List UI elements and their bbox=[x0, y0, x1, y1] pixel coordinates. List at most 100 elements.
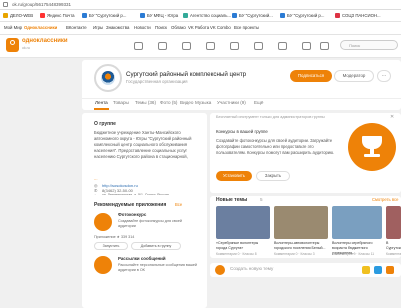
poll-icon[interactable] bbox=[386, 266, 394, 274]
about-more-link[interactable]: ... bbox=[94, 176, 98, 181]
projects-link[interactable]: Облако bbox=[171, 22, 186, 34]
add-app-button[interactable]: Добавить в группу bbox=[131, 242, 181, 250]
about-title: О группе bbox=[94, 121, 116, 127]
trophy-icon bbox=[94, 213, 112, 231]
projects-link[interactable]: Игры bbox=[93, 22, 103, 34]
tab-feed[interactable]: Лента bbox=[95, 100, 108, 105]
tab-more[interactable]: Ещё bbox=[254, 100, 263, 105]
music-icon[interactable] bbox=[302, 42, 311, 50]
app-description: Рассылайте персональные сообщения вашей … bbox=[118, 263, 197, 272]
topic-title[interactable]: В Сургутском районе продолжает... bbox=[386, 241, 401, 251]
group-subtitle: Государственная организация bbox=[126, 79, 188, 84]
more-button[interactable]: ··· bbox=[377, 70, 391, 82]
topics-count: 5 bbox=[260, 197, 263, 202]
bookmark-item[interactable]: БУ "Сургутский р... bbox=[280, 11, 324, 20]
discussions-icon[interactable] bbox=[158, 42, 167, 50]
tab-topics[interactable]: Темы (36) bbox=[135, 100, 156, 105]
photo-icon[interactable] bbox=[362, 266, 370, 274]
group-title: Сургутский районный комплексный центр bbox=[126, 71, 247, 78]
site-icon bbox=[335, 13, 340, 18]
mailing-icon bbox=[94, 256, 112, 274]
messages-icon[interactable] bbox=[134, 42, 143, 50]
launch-app-button[interactable]: Запустить bbox=[94, 242, 128, 250]
topic-meta: Комментарии 0 bbox=[386, 252, 401, 256]
search-input[interactable]: Поиск bbox=[340, 40, 398, 50]
ok-logo-text[interactable]: одноклассники bbox=[22, 38, 68, 44]
topic-thumbnail[interactable] bbox=[274, 206, 328, 239]
topic-title[interactable]: Волонтеры-автоволонтеры городского посел… bbox=[274, 241, 326, 251]
tab-members[interactable]: Участники (9) bbox=[217, 100, 246, 105]
projects-link[interactable]: Мой Мир bbox=[4, 22, 22, 34]
address-text[interactable]: ok.ru/group/56175448399331 bbox=[12, 0, 71, 9]
bookmark-item[interactable]: ДЕЛО-WEB bbox=[3, 11, 33, 20]
topic-meta: Комментарии 0 · Классы 11 bbox=[332, 252, 375, 256]
bookmark-item[interactable]: СОЦЗ ПАНСИОН... bbox=[335, 11, 381, 20]
site-icon bbox=[140, 13, 145, 18]
app-name[interactable]: Фотоконкурс bbox=[118, 212, 146, 217]
topic-thumbnail[interactable] bbox=[386, 206, 401, 239]
projects-link[interactable]: VK Работа bbox=[188, 22, 209, 34]
events-icon[interactable] bbox=[230, 42, 239, 50]
bookmark-item[interactable]: БУ "Сургутский р... bbox=[82, 11, 126, 20]
guests-icon[interactable] bbox=[206, 42, 215, 50]
projects-link[interactable]: Одноклассники bbox=[24, 22, 57, 34]
close-icon[interactable]: ✕ bbox=[390, 114, 394, 120]
video-icon[interactable] bbox=[374, 266, 382, 274]
bookmark-item[interactable]: Яндекс Почта bbox=[40, 11, 75, 20]
browser-address-bar[interactable]: ok.ru/group/56175448399331 bbox=[0, 0, 401, 10]
subscribe-button[interactable]: Подписаться bbox=[290, 70, 332, 82]
projects-link[interactable]: Знакомства bbox=[106, 22, 129, 34]
app-rating: Приложение ★ 339 314 bbox=[94, 235, 135, 239]
topic-title[interactable]: «Серебряные волонтеры города Сургута» bbox=[216, 241, 268, 251]
tab-music[interactable]: Музыка bbox=[195, 100, 211, 105]
site-icon bbox=[183, 13, 188, 18]
bookmark-item[interactable]: Агентство социаль... bbox=[183, 11, 231, 20]
tab-goods[interactable]: Товары bbox=[113, 100, 129, 105]
ok-logo-icon[interactable] bbox=[6, 38, 19, 52]
projects-link[interactable]: VK Combo bbox=[210, 22, 231, 34]
projects-link[interactable]: Поиск bbox=[155, 22, 167, 34]
topic-meta: Комментарии 0 · Классы 8 bbox=[216, 252, 257, 256]
create-topic-input[interactable]: Создать новую тему bbox=[230, 266, 273, 271]
apps-title: Рекомендуемые приложения bbox=[94, 202, 167, 208]
bookmark-item[interactable]: БУ МФЦ - Югра bbox=[140, 11, 178, 20]
mail-icon bbox=[40, 13, 45, 18]
topic-thumbnail[interactable] bbox=[216, 206, 270, 239]
tab-video[interactable]: Видео bbox=[180, 100, 193, 105]
about-description: Бюджетное учреждение Ханты-Мансийского а… bbox=[94, 130, 192, 159]
site-icon bbox=[280, 13, 285, 18]
contest-description: Создавайте фотоконкурсы для своей аудито… bbox=[216, 138, 335, 155]
tab-photos[interactable]: Фото (5) bbox=[160, 100, 177, 105]
app-name[interactable]: Рассылки сообщений bbox=[118, 256, 166, 261]
moderator-dropdown[interactable]: Модератор bbox=[334, 70, 374, 82]
site-icon bbox=[82, 13, 87, 18]
bookmarks-bar: ДЕЛО-WEB Яндекс Почта БУ "Сургутский р..… bbox=[0, 10, 401, 22]
groups-icon[interactable] bbox=[320, 42, 329, 50]
avatar bbox=[215, 265, 225, 275]
friends-icon[interactable] bbox=[254, 42, 263, 50]
group-avatar[interactable] bbox=[94, 64, 122, 92]
install-button[interactable]: Установить bbox=[216, 171, 252, 181]
ok-logo-sub: ok.ru bbox=[22, 46, 30, 50]
projects-link[interactable]: ВКонтакте bbox=[66, 22, 87, 34]
contest-title: Конкурсы в вашей группе bbox=[216, 129, 268, 134]
topics-all-link[interactable]: Смотреть все bbox=[372, 197, 398, 202]
projects-link[interactable]: Все проекты bbox=[234, 22, 259, 34]
folder-icon bbox=[3, 13, 8, 18]
lock-icon bbox=[3, 2, 8, 7]
projects-link[interactable]: Новости bbox=[134, 22, 151, 34]
active-tab-indicator bbox=[94, 108, 109, 110]
trophy-base-shape bbox=[364, 154, 380, 157]
close-button[interactable]: Закрыть bbox=[256, 171, 290, 181]
topics-title: Новые темы bbox=[216, 197, 248, 203]
app-description: Создавайте фотоконкурсы для своей аудито… bbox=[118, 219, 182, 228]
bookmark-item[interactable]: БУ "Сургутский... bbox=[232, 11, 273, 20]
site-icon bbox=[232, 13, 237, 18]
trophy-cup-shape bbox=[362, 136, 382, 149]
apps-all-link[interactable]: Все bbox=[175, 202, 182, 207]
notifications-icon[interactable] bbox=[182, 42, 191, 50]
topic-thumbnail[interactable] bbox=[332, 206, 382, 239]
admin-tool-label: Бесплатный инструмент только для админис… bbox=[216, 115, 325, 119]
video-icon[interactable] bbox=[278, 42, 287, 50]
topic-meta: Комментарии 0 · Классы 3 bbox=[274, 252, 315, 256]
